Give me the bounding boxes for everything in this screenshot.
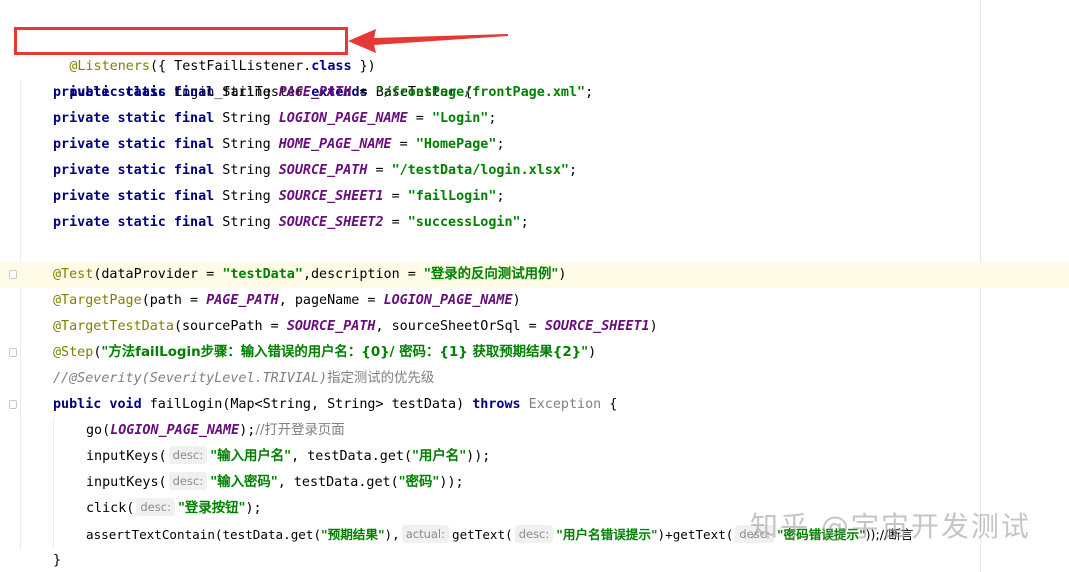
code-editor[interactable]: @Listeners({ TestFailListener.class }) p… [0,0,1069,572]
code-line-10[interactable]: @Test(dataProvider = "testData",descript… [0,262,1069,288]
code-line-8[interactable]: private static final String SOURCE_SHEET… [0,210,1069,236]
code-line-17[interactable]: inputKeys(desc: "输入用户名", testData.get("用户… [0,444,1069,470]
code-line-16[interactable]: go(LOGION_PAGE_NAME);//打开登录页面 [0,418,1069,444]
code-line-14[interactable]: //@Severity(SeverityLevel.TRIVIAL)指定测试的优… [0,366,1069,392]
code-line-2[interactable]: public class Login_failTester extends Ba… [0,54,1069,100]
code-line-5[interactable]: private static final String HOME_PAGE_NA… [0,132,1069,158]
code-line-4[interactable]: private static final String LOGION_PAGE_… [0,106,1069,132]
param-hint: desc: [136,498,175,516]
fold-marker-icon[interactable] [9,400,17,409]
code-line-3[interactable]: private static final String PAGE_PATH = … [0,80,1069,106]
watermark: 知乎 @宇宙开发测试 [750,510,1031,543]
code-line-15[interactable]: public void failLogin(Map<String, String… [0,392,1069,418]
code-line-12[interactable]: @TargetTestData(sourcePath = SOURCE_PATH… [0,314,1069,340]
code-line-11[interactable]: @TargetPage(path = PAGE_PATH, pageName =… [0,288,1069,314]
param-hint: desc: [168,472,208,490]
code-line-6[interactable]: private static final String SOURCE_PATH … [0,158,1069,184]
highlight-box [14,27,348,55]
red-arrow-icon [348,29,508,53]
param-hint: desc: [514,525,554,543]
param-hint: desc: [168,446,208,464]
code-line-13[interactable]: @Step("方法failLogin步骤：输入错误的用户名：{0}/ 密码：{1… [0,340,1069,366]
param-hint: actual: [401,525,450,543]
code-line-21[interactable]: } [0,548,1069,572]
code-line-9[interactable] [0,236,1069,262]
fold-marker-icon[interactable] [9,270,17,279]
code-line-18[interactable]: inputKeys(desc: "输入密码", testData.get("密码"… [0,470,1069,496]
fold-marker-icon[interactable] [9,348,17,357]
code-line-7[interactable]: private static final String SOURCE_SHEET… [0,184,1069,210]
